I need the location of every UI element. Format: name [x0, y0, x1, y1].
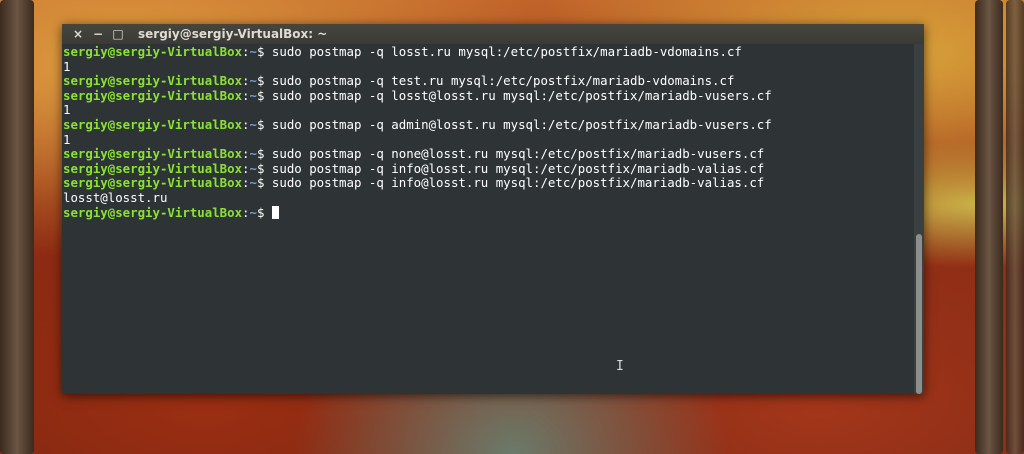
command-text: sudo postmap -q info@losst.ru mysql:/etc…: [264, 175, 765, 191]
output-text: 1: [63, 131, 71, 147]
prompt-user-host: sergiy@sergiy-VirtualBox: [63, 146, 243, 162]
command-text: sudo postmap -q none@losst.ru mysql:/etc…: [264, 146, 765, 162]
output-line: 1: [63, 131, 914, 148]
prompt-path: ~: [249, 204, 257, 220]
command-text: sudo postmap -q losst@losst.ru mysql:/et…: [264, 87, 772, 103]
prompt-user-host: sergiy@sergiy-VirtualBox: [63, 87, 243, 103]
output-line: 1: [63, 103, 914, 118]
command-text: [264, 205, 271, 220]
maximize-icon[interactable]: □: [110, 26, 126, 42]
prompt-user-host: sergiy@sergiy-VirtualBox: [63, 73, 243, 89]
command-line: sergiy@sergiy-VirtualBox:~$: [63, 204, 914, 221]
text-cursor-icon: I: [616, 359, 624, 374]
terminal-output[interactable]: sergiy@sergiy-VirtualBox:~$ sudo postmap…: [62, 44, 914, 394]
command-text: sudo postmap -q admin@losst.ru mysql:/et…: [264, 116, 772, 132]
prompt-path: ~: [249, 73, 257, 89]
terminal-window: × − □ sergiy@sergiy-VirtualBox: ~ sergiy…: [62, 24, 924, 394]
command-text: sudo postmap -q info@losst.ru mysql:/etc…: [264, 160, 765, 176]
command-text: sudo postmap -q losst.ru mysql:/etc/post…: [264, 44, 742, 59]
prompt-user-host: sergiy@sergiy-VirtualBox: [63, 175, 243, 191]
prompt-colon: :: [242, 44, 250, 59]
command-line: sergiy@sergiy-VirtualBox:~$ sudo postmap…: [63, 146, 914, 162]
prompt-path: ~: [249, 146, 257, 162]
terminal-cursor: [271, 205, 279, 219]
window-title: sergiy@sergiy-VirtualBox: ~: [138, 27, 328, 41]
wallpaper-tree-far-right: [1006, 0, 1024, 454]
prompt-colon: :: [242, 73, 250, 89]
command-line: sergiy@sergiy-VirtualBox:~$ sudo postmap…: [63, 73, 914, 89]
output-text: losst@losst.ru: [63, 189, 168, 205]
scrollbar-thumb[interactable]: [916, 234, 922, 394]
command-line: sergiy@sergiy-VirtualBox:~$ sudo postmap…: [63, 176, 914, 191]
prompt-path: ~: [249, 87, 257, 103]
output-text: 1: [63, 58, 71, 74]
output-line: losst@losst.ru: [63, 189, 914, 206]
output-text: 1: [63, 102, 71, 118]
command-line: sergiy@sergiy-VirtualBox:~$ sudo postmap…: [63, 44, 914, 60]
window-titlebar[interactable]: × − □ sergiy@sergiy-VirtualBox: ~: [62, 24, 924, 44]
prompt-path: ~: [249, 175, 257, 191]
prompt-colon: :: [242, 146, 250, 162]
prompt-user-host: sergiy@sergiy-VirtualBox: [63, 160, 243, 176]
prompt-colon: :: [242, 175, 250, 191]
command-text: sudo postmap -q test.ru mysql:/etc/postf…: [264, 73, 735, 89]
prompt-colon: :: [242, 87, 250, 103]
prompt-colon: :: [242, 116, 250, 132]
prompt-path: ~: [249, 160, 257, 176]
prompt-path: ~: [249, 116, 257, 132]
output-line: 1: [63, 58, 914, 75]
minimize-icon[interactable]: −: [90, 26, 106, 42]
prompt-user-host: sergiy@sergiy-VirtualBox: [63, 204, 243, 220]
prompt-colon: :: [242, 204, 250, 220]
prompt-user-host: sergiy@sergiy-VirtualBox: [63, 116, 243, 132]
scrollbar[interactable]: [914, 44, 924, 394]
command-line: sergiy@sergiy-VirtualBox:~$ sudo postmap…: [63, 116, 914, 133]
close-icon[interactable]: ×: [70, 26, 86, 42]
prompt-path: ~: [249, 44, 257, 59]
prompt-user-host: sergiy@sergiy-VirtualBox: [63, 44, 243, 59]
command-line: sergiy@sergiy-VirtualBox:~$ sudo postmap…: [63, 87, 914, 104]
prompt-colon: :: [242, 160, 250, 176]
wallpaper-tree-right: [975, 0, 1003, 454]
wallpaper-tree-left: [0, 0, 34, 454]
command-line: sergiy@sergiy-VirtualBox:~$ sudo postmap…: [63, 160, 914, 177]
